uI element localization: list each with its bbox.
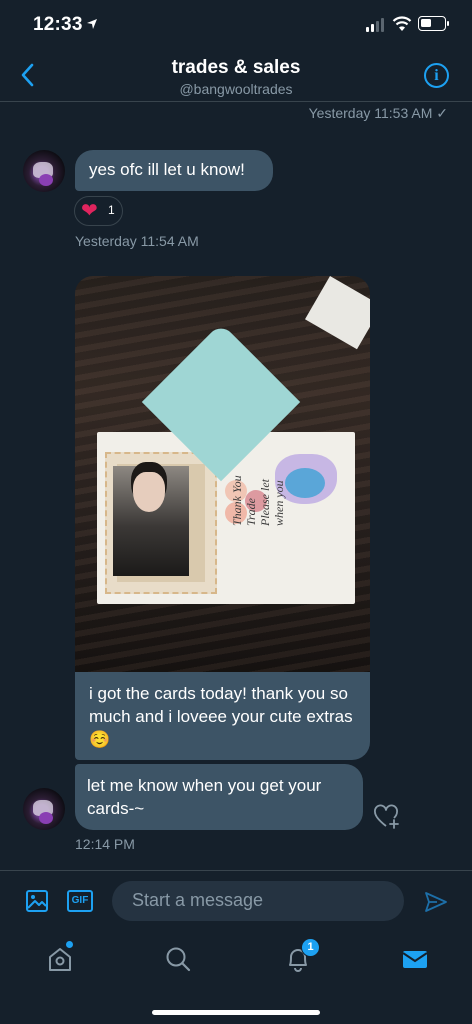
cellular-signal-icon bbox=[366, 18, 386, 32]
message-composer: GIF Start a message bbox=[0, 870, 472, 930]
mail-icon[interactable] bbox=[400, 944, 430, 974]
received-message-bubble[interactable]: let me know when you get your cards-~ bbox=[75, 764, 363, 830]
search-icon[interactable] bbox=[163, 944, 193, 974]
battery-icon bbox=[418, 16, 449, 31]
notification-badge: 1 bbox=[301, 938, 320, 957]
send-icon[interactable] bbox=[424, 890, 448, 914]
add-reaction-heart-icon[interactable] bbox=[373, 804, 401, 830]
status-bar: 12:33 bbox=[0, 0, 472, 50]
conversation-header: trades & sales @bangwooltrades i bbox=[0, 50, 472, 102]
message-timestamp: 12:14 PM bbox=[75, 836, 135, 852]
home-indicator[interactable] bbox=[152, 1010, 320, 1015]
conversation-title: trades & sales bbox=[171, 57, 301, 78]
home-unread-dot bbox=[66, 941, 73, 948]
status-time: 12:33 bbox=[33, 14, 83, 35]
heart-reaction-icon: ❤ bbox=[81, 200, 98, 222]
gif-icon[interactable]: GIF bbox=[67, 890, 93, 912]
location-arrow-icon bbox=[87, 19, 97, 29]
reaction-count: 1 bbox=[108, 203, 115, 217]
sent-photo[interactable]: Thank You Trade Please let when you bbox=[75, 276, 370, 672]
wifi-icon bbox=[392, 16, 412, 31]
home-icon[interactable] bbox=[45, 944, 75, 974]
handwritten-note: Thank You Trade Please let when you bbox=[230, 475, 286, 526]
sent-message-bubble[interactable]: i got the cards today! thank you so much… bbox=[75, 672, 370, 760]
image-icon[interactable] bbox=[25, 889, 49, 913]
message-input[interactable]: Start a message bbox=[112, 881, 404, 921]
avatar[interactable] bbox=[23, 788, 65, 830]
avatar[interactable] bbox=[23, 150, 65, 192]
reaction-pill[interactable]: ❤ 1 bbox=[74, 196, 123, 226]
message-timestamp: Yesterday 11:53 AM ✓ bbox=[308, 105, 448, 121]
conversation-handle: @bangwooltrades bbox=[179, 81, 293, 97]
info-icon[interactable]: i bbox=[424, 63, 449, 88]
message-timestamp: Yesterday 11:54 AM bbox=[75, 233, 199, 249]
received-message-bubble[interactable]: yes ofc ill let u know! bbox=[75, 150, 273, 191]
